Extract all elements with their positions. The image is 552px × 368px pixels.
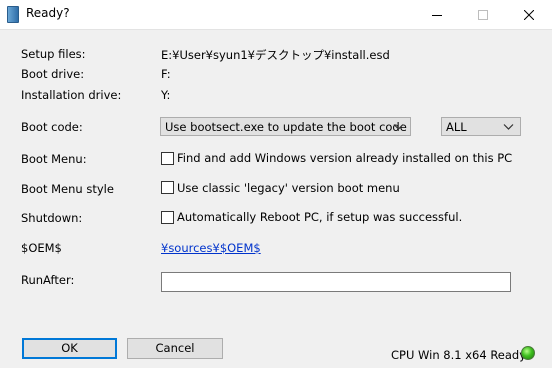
ok-button[interactable]: OK bbox=[22, 338, 117, 359]
chevron-down-icon bbox=[393, 124, 404, 130]
document-icon bbox=[7, 6, 19, 23]
maximize-button[interactable] bbox=[460, 0, 506, 29]
boot-code-label: Boot code: bbox=[21, 120, 83, 134]
cancel-button[interactable]: Cancel bbox=[127, 338, 223, 359]
window-title: Ready? bbox=[26, 6, 70, 20]
maximize-icon bbox=[478, 9, 488, 20]
status-text: CPU Win 8.1 x64 Ready bbox=[391, 348, 527, 362]
boot-code-target-select[interactable]: ALL bbox=[441, 117, 521, 136]
dialog-body: Setup files: E:¥User¥syun1¥デスクトップ¥instal… bbox=[0, 29, 552, 368]
setup-files-label: Setup files: bbox=[21, 47, 86, 61]
title-bar: Ready? bbox=[0, 0, 552, 29]
boot-menu-checkbox-label[interactable]: Find and add Windows version already ins… bbox=[177, 151, 512, 165]
oem-label: $OEM$ bbox=[21, 241, 62, 255]
boot-code-method-value: Use bootsect.exe to update the boot code bbox=[165, 120, 407, 134]
boot-drive-value: F: bbox=[161, 67, 171, 81]
oem-folder-link[interactable]: ¥sources¥$OEM$ bbox=[161, 241, 261, 255]
boot-menu-style-checkbox-label[interactable]: Use classic 'legacy' version boot menu bbox=[177, 181, 400, 195]
run-after-input[interactable] bbox=[161, 272, 511, 292]
boot-code-target-value: ALL bbox=[446, 120, 467, 134]
minimize-button[interactable] bbox=[414, 0, 460, 29]
boot-menu-checkbox[interactable] bbox=[161, 152, 174, 165]
boot-code-method-select[interactable]: Use bootsect.exe to update the boot code bbox=[160, 117, 411, 136]
shutdown-checkbox[interactable] bbox=[161, 211, 174, 224]
chevron-down-icon bbox=[503, 124, 514, 130]
boot-drive-label: Boot drive: bbox=[21, 67, 85, 81]
status-indicator-icon bbox=[521, 346, 535, 360]
shutdown-label: Shutdown: bbox=[21, 211, 83, 225]
installation-drive-label: Installation drive: bbox=[21, 88, 122, 102]
setup-files-value: E:¥User¥syun1¥デスクトップ¥install.esd bbox=[161, 48, 390, 62]
boot-menu-style-checkbox[interactable] bbox=[161, 181, 174, 194]
run-after-label: RunAfter: bbox=[21, 273, 75, 287]
shutdown-checkbox-label[interactable]: Automatically Reboot PC, if setup was su… bbox=[177, 210, 462, 224]
installation-drive-value: Y: bbox=[161, 88, 171, 102]
close-button[interactable] bbox=[506, 0, 552, 29]
boot-menu-style-label: Boot Menu style bbox=[21, 182, 114, 196]
close-icon bbox=[524, 9, 534, 20]
boot-menu-label: Boot Menu: bbox=[21, 152, 87, 166]
minimize-icon bbox=[432, 14, 442, 16]
